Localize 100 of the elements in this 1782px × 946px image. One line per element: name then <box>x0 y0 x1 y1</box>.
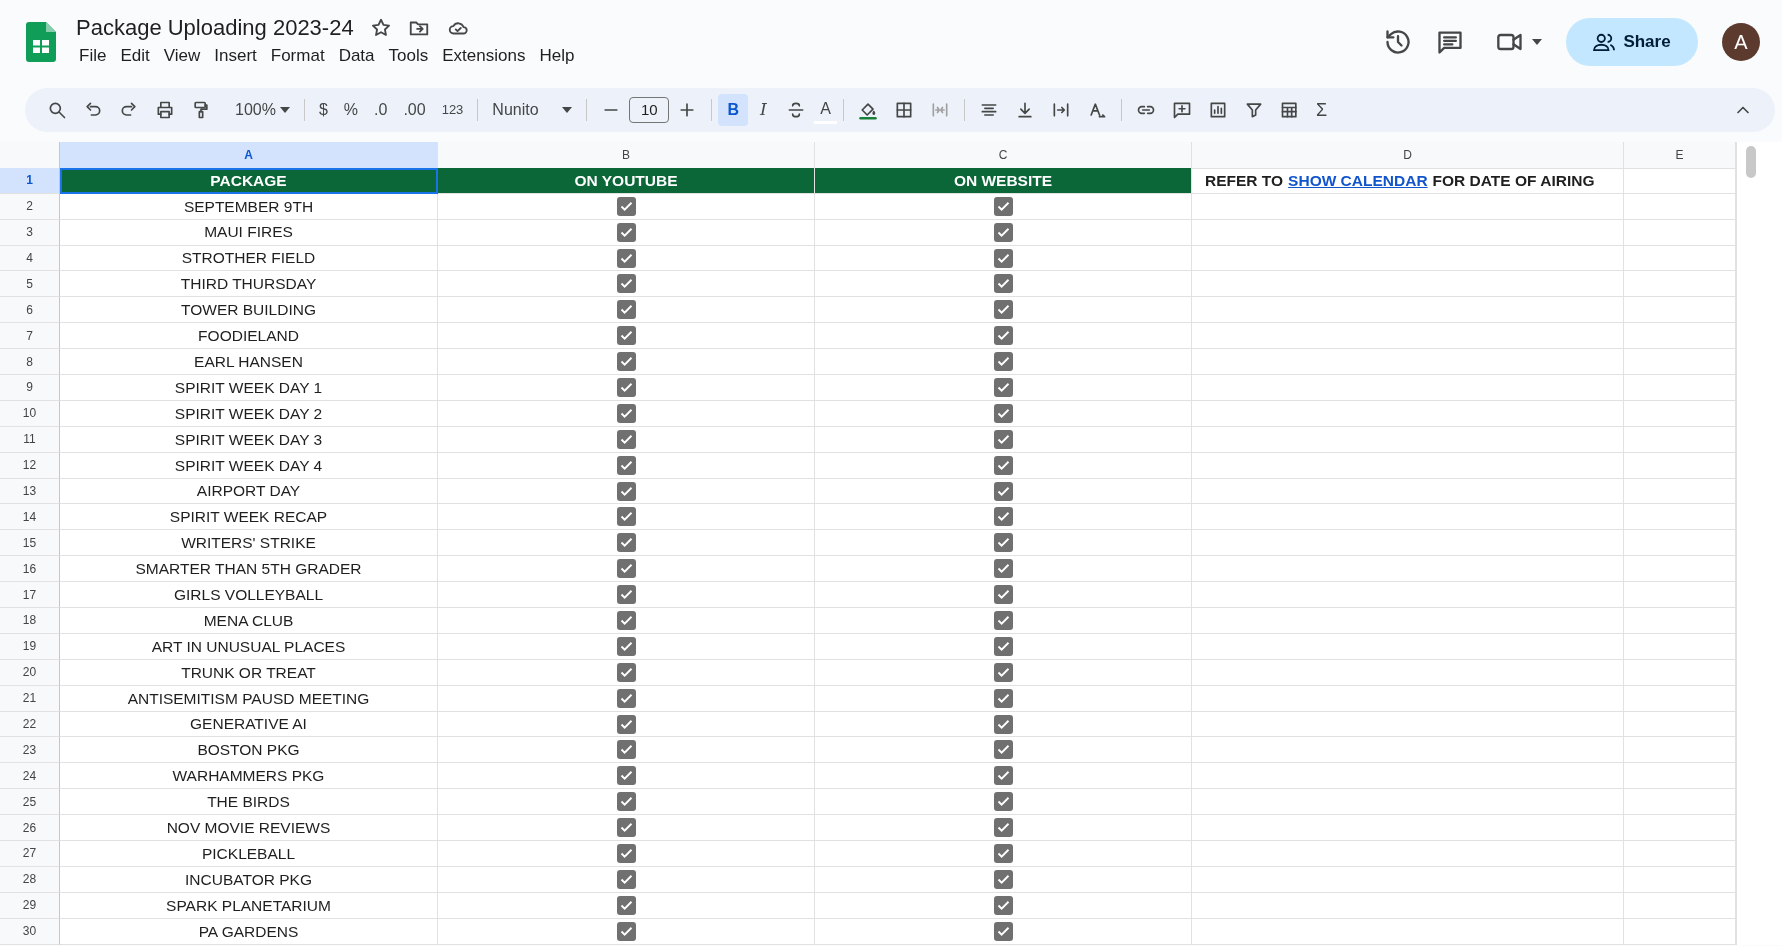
checkbox[interactable] <box>993 662 1013 682</box>
table-cell: SEPTEMBER 9TH <box>60 193 438 220</box>
italic-button[interactable]: I <box>748 93 779 127</box>
checkbox[interactable] <box>616 377 636 397</box>
menu-item[interactable]: Help <box>532 42 582 70</box>
checkbox[interactable] <box>993 688 1013 708</box>
checkbox[interactable] <box>993 352 1013 372</box>
checkbox[interactable] <box>993 895 1013 915</box>
checkbox[interactable] <box>616 869 636 889</box>
checkbox[interactable] <box>616 818 636 838</box>
checkbox[interactable] <box>616 533 636 553</box>
bold-button[interactable]: B <box>718 94 749 126</box>
percent-format-button[interactable]: % <box>335 94 367 126</box>
font-size-field[interactable]: 10 <box>629 96 670 124</box>
checkbox[interactable] <box>993 844 1013 863</box>
checkbox[interactable] <box>993 507 1013 527</box>
user-avatar[interactable]: A <box>1722 23 1760 61</box>
column-header[interactable]: E <box>1624 142 1736 169</box>
checkbox[interactable] <box>616 507 636 527</box>
checkbox[interactable] <box>616 429 636 449</box>
checkbox[interactable] <box>993 222 1013 242</box>
number-format-button[interactable]: 123 <box>433 96 472 124</box>
checkbox[interactable] <box>993 403 1013 423</box>
checkbox[interactable] <box>993 196 1013 216</box>
currency-format-button[interactable]: $ <box>310 94 336 126</box>
checkbox[interactable] <box>993 326 1013 346</box>
checkbox[interactable] <box>616 766 636 786</box>
text-color-button[interactable]: A <box>814 96 838 124</box>
checkbox[interactable] <box>616 895 636 915</box>
table-cell: SPIRIT WEEK DAY 4 <box>60 452 438 479</box>
checkbox[interactable] <box>993 636 1013 656</box>
table-cell: THE BIRDS <box>60 789 438 816</box>
checkbox[interactable] <box>616 740 636 760</box>
checkbox[interactable] <box>616 196 636 216</box>
column-header[interactable]: D <box>1192 142 1624 169</box>
checkbox[interactable] <box>993 248 1013 268</box>
row-number: 10 <box>0 400 60 427</box>
checkbox[interactable] <box>616 481 636 501</box>
row-number: 16 <box>0 556 60 583</box>
checkbox[interactable] <box>993 455 1013 475</box>
checkbox[interactable] <box>616 274 636 294</box>
decrease-decimal-button[interactable]: .0 <box>366 94 396 126</box>
menu-item[interactable]: Tools <box>381 42 436 70</box>
row-number: 12 <box>0 452 60 479</box>
checkbox[interactable] <box>993 869 1013 889</box>
checkbox[interactable] <box>993 533 1013 553</box>
menu-item[interactable]: Edit <box>113 42 157 70</box>
checkbox[interactable] <box>616 326 636 346</box>
calendar-link[interactable]: SHOW CALENDAR <box>1288 168 1428 192</box>
menu-item[interactable]: File <box>72 42 114 70</box>
scrollbar-thumb[interactable] <box>1745 146 1756 178</box>
menu-item[interactable]: View <box>156 42 208 70</box>
checkbox[interactable] <box>993 766 1013 786</box>
checkbox[interactable] <box>616 403 636 423</box>
font-dropdown[interactable]: Nunito <box>484 94 581 126</box>
document-title[interactable]: Package Uploading 2023-24 <box>72 14 354 43</box>
checkbox[interactable] <box>616 352 636 372</box>
checkbox[interactable] <box>993 921 1013 941</box>
table-cell: SPIRIT WEEK DAY 1 <box>60 375 438 401</box>
history-icon[interactable] <box>1384 28 1412 56</box>
checkbox[interactable] <box>993 610 1013 630</box>
menu-item[interactable]: Extensions <box>435 42 533 70</box>
checkbox[interactable] <box>616 248 636 268</box>
checkbox[interactable] <box>993 429 1013 449</box>
menu-item[interactable]: Data <box>331 42 382 70</box>
share-button[interactable]: Share <box>1566 18 1698 66</box>
checkbox[interactable] <box>616 610 636 630</box>
checkbox[interactable] <box>616 222 636 242</box>
checkbox[interactable] <box>616 455 636 475</box>
checkbox[interactable] <box>993 740 1013 760</box>
checkbox[interactable] <box>993 818 1013 838</box>
checkbox[interactable] <box>616 662 636 682</box>
checkbox[interactable] <box>993 585 1013 605</box>
checkbox[interactable] <box>616 792 636 812</box>
checkbox[interactable] <box>993 714 1013 734</box>
checkbox[interactable] <box>616 921 636 941</box>
row-number[interactable]: 1 <box>0 167 60 194</box>
checkbox[interactable] <box>616 559 636 579</box>
checkbox[interactable] <box>616 636 636 656</box>
row-number: 7 <box>0 323 60 350</box>
checkbox[interactable] <box>993 377 1013 397</box>
checkbox[interactable] <box>616 714 636 734</box>
checkbox[interactable] <box>993 274 1013 294</box>
zoom-dropdown[interactable]: 100% <box>227 94 298 126</box>
functions-button[interactable]: Σ <box>1308 92 1336 128</box>
checkbox[interactable] <box>616 585 636 605</box>
checkbox[interactable] <box>616 300 636 320</box>
checkbox[interactable] <box>993 792 1013 812</box>
checkbox[interactable] <box>993 300 1013 320</box>
menu-item[interactable]: Format <box>263 42 332 70</box>
checkbox[interactable] <box>993 481 1013 501</box>
checkbox[interactable] <box>616 844 636 863</box>
spreadsheet-logo-icon[interactable] <box>26 22 56 62</box>
checkbox[interactable] <box>993 559 1013 579</box>
column-header[interactable]: C <box>815 142 1192 169</box>
increase-decimal-button[interactable]: .00 <box>395 94 434 126</box>
column-header[interactable]: A <box>60 142 438 169</box>
column-header[interactable]: B <box>438 142 815 169</box>
menu-item[interactable]: Insert <box>207 42 264 70</box>
checkbox[interactable] <box>616 688 636 708</box>
